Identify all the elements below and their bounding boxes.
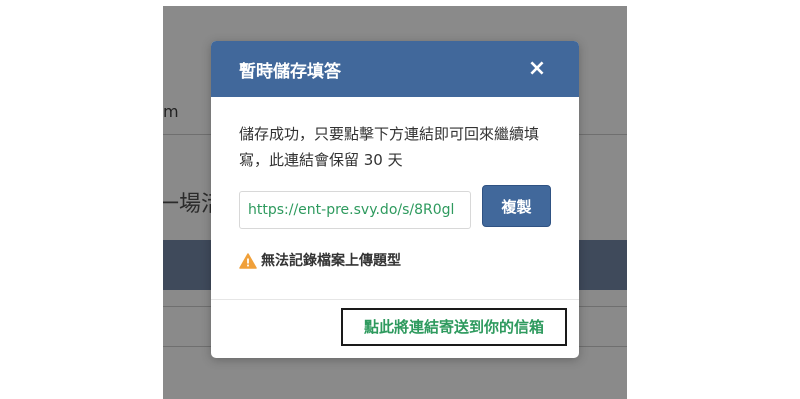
background-partial-text: m [163,102,179,121]
copy-button[interactable]: 複製 [482,185,551,227]
save-success-message: 儲存成功，只要點擊下方連結即可回來繼續填寫，此連結會保留 30 天 [239,125,540,169]
modal-footer-divider [211,299,579,300]
close-icon[interactable]: × [525,55,549,83]
send-link-to-email-button[interactable]: 點此將連結寄送到你的信箱 [341,308,567,346]
modal-header: 暫時儲存填答 × [211,41,579,97]
resume-link-input[interactable] [239,191,471,229]
save-progress-modal: 暫時儲存填答 × 儲存成功，只要點擊下方連結即可回來繼續填寫，此連結會保留 30… [211,41,579,358]
warning-text: 無法記錄檔案上傳題型 [261,253,401,269]
warning-triangle-icon [239,253,257,269]
modal-title: 暫時儲存填答 [239,62,341,82]
